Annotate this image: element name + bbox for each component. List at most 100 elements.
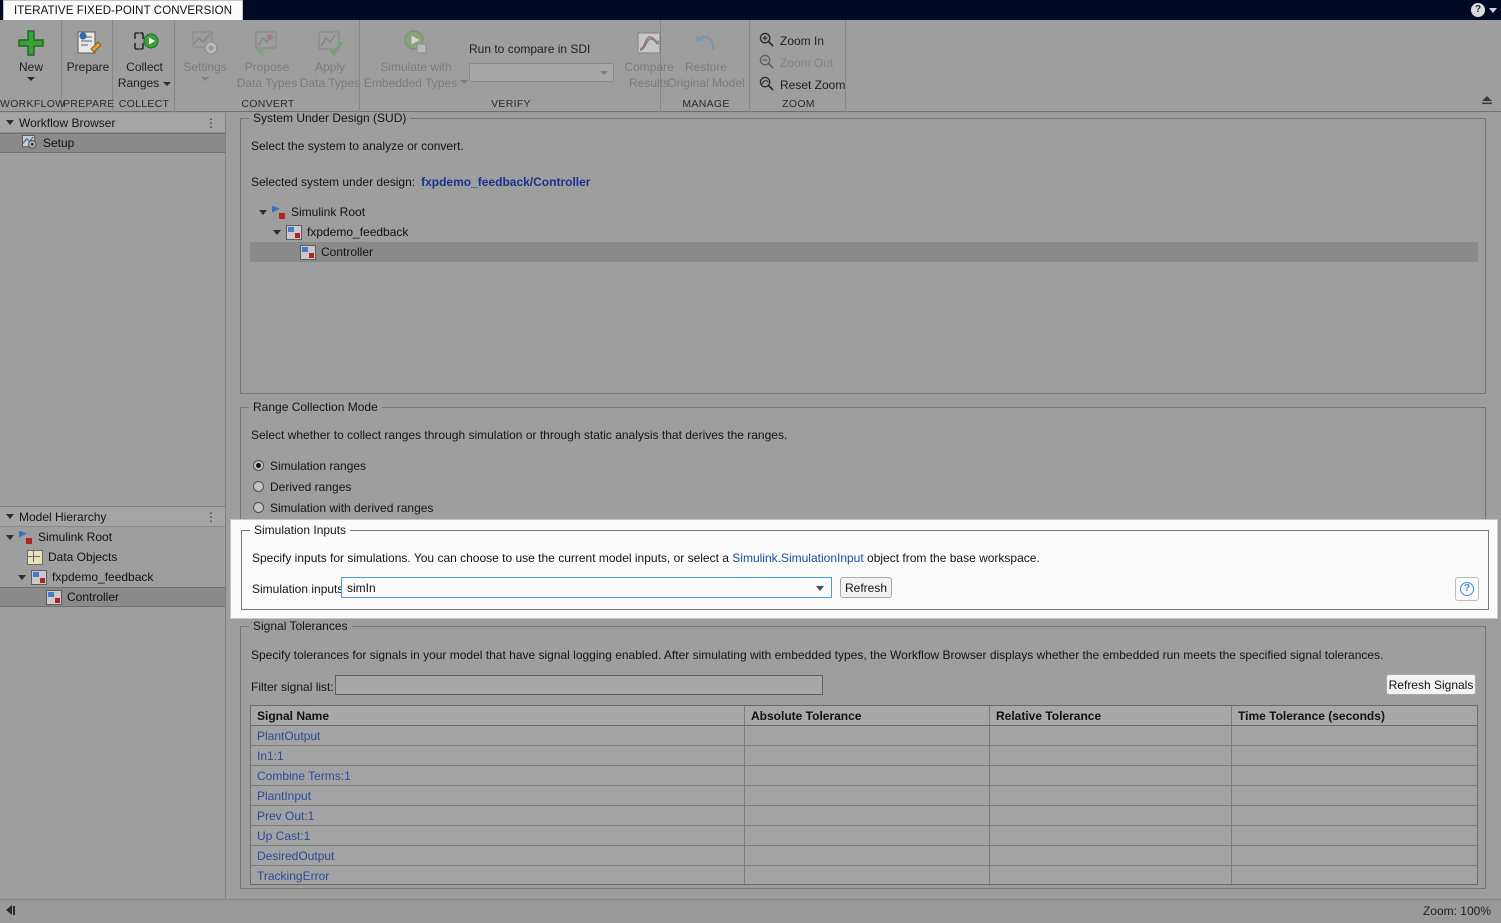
simulation-inputs-combobox[interactable]: simIn [341, 577, 832, 598]
cell-time-tolerance[interactable] [1232, 846, 1477, 865]
table-row[interactable]: TrackingError [251, 866, 1477, 886]
signal-tolerances-legend: Signal Tolerances [249, 619, 352, 633]
propose-data-types-button[interactable]: Propose Data Types [235, 26, 299, 90]
workflow-browser-title[interactable]: Workflow Browser ⋮ [0, 113, 225, 133]
column-header-relative-tolerance[interactable]: Relative Tolerance [990, 706, 1232, 725]
chevron-down-icon[interactable] [27, 77, 35, 81]
cell-absolute-tolerance[interactable] [745, 826, 990, 845]
apply-data-types-button[interactable]: Apply Data Types [300, 26, 360, 90]
chevron-down-icon[interactable] [201, 77, 209, 81]
cell-relative-tolerance[interactable] [990, 786, 1232, 805]
tree-item-data-objects[interactable]: Data Objects [0, 547, 225, 567]
sud-tree-item-simulink-root[interactable]: Simulink Root [250, 202, 1485, 222]
restore-original-model-button[interactable]: Restore Original Model [662, 26, 750, 90]
cell-absolute-tolerance[interactable] [745, 766, 990, 785]
tree-item-simulink-root[interactable]: Simulink Root [0, 527, 225, 547]
cell-absolute-tolerance[interactable] [745, 786, 990, 805]
chevron-down-icon[interactable] [6, 534, 14, 540]
cell-time-tolerance[interactable] [1232, 826, 1477, 845]
radio-simulation-with-derived-ranges-label: Simulation with derived ranges [270, 500, 434, 515]
workflow-item-setup[interactable]: Setup [0, 133, 225, 153]
subsystem-icon [46, 589, 62, 605]
chevron-down-icon[interactable] [460, 80, 469, 84]
sud-tree-item-controller[interactable]: Controller [250, 242, 1478, 262]
simulink-simulationinput-link[interactable]: Simulink.SimulationInput [732, 551, 863, 565]
more-vertical-icon[interactable]: ⋮ [205, 510, 217, 524]
cell-absolute-tolerance[interactable] [745, 846, 990, 865]
cell-absolute-tolerance[interactable] [745, 726, 990, 745]
cell-absolute-tolerance[interactable] [745, 806, 990, 825]
chevron-down-icon[interactable] [6, 120, 14, 125]
table-row[interactable]: Combine Terms:1 [251, 766, 1477, 786]
column-header-time-tolerance[interactable]: Time Tolerance (seconds) [1232, 706, 1477, 725]
table-row[interactable]: In1:1 [251, 746, 1477, 766]
tree-item-fxpdemo-feedback[interactable]: fxpdemo_feedback [0, 567, 225, 587]
cell-time-tolerance[interactable] [1232, 786, 1477, 805]
column-header-absolute-tolerance[interactable]: Absolute Tolerance [745, 706, 990, 725]
zoom-out-button[interactable]: Zoom Out [759, 54, 833, 72]
cell-absolute-tolerance[interactable] [745, 866, 990, 886]
radio-derived-ranges[interactable]: Derived ranges [253, 478, 433, 495]
cell-time-tolerance[interactable] [1232, 726, 1477, 745]
radio-simulation-with-derived-ranges[interactable]: Simulation with derived ranges [253, 499, 433, 516]
sdi-run-combobox[interactable] [469, 63, 614, 82]
prepare-button[interactable]: Prepare [63, 26, 113, 74]
cell-relative-tolerance[interactable] [990, 726, 1232, 745]
zoom-in-button[interactable]: Zoom In [759, 32, 824, 50]
sud-selected-label: Selected system under design: [251, 175, 416, 189]
chevron-down-icon[interactable] [18, 574, 26, 580]
cell-absolute-tolerance[interactable] [745, 746, 990, 765]
simulation-inputs-description: Specify inputs for simulations. You can … [252, 551, 1040, 565]
radio-button-icon [253, 502, 264, 513]
chevron-down-icon[interactable] [1489, 7, 1497, 13]
reset-zoom-label: Reset Zoom [780, 78, 846, 92]
ribbon-group-label-prepare: PREPARE [63, 98, 115, 110]
radio-simulation-ranges[interactable]: Simulation ranges [253, 457, 433, 474]
table-row[interactable]: DesiredOutput [251, 846, 1477, 866]
status-bar: Zoom: 100% [0, 899, 1501, 923]
simulate-with-embedded-types-button[interactable]: Simulate with Embedded Types [361, 26, 471, 90]
table-row[interactable]: PlantOutput [251, 726, 1477, 746]
cell-relative-tolerance[interactable] [990, 846, 1232, 865]
chevron-down-icon[interactable] [273, 229, 281, 235]
table-row[interactable]: Prev Out:1 [251, 806, 1477, 826]
collect-ranges-button[interactable]: Collect Ranges [114, 26, 175, 90]
simulation-inputs-help-button[interactable]: ? [1455, 577, 1479, 601]
cell-time-tolerance[interactable] [1232, 866, 1477, 886]
sud-tree-item-fxpdemo-feedback[interactable]: fxpdemo_feedback [250, 222, 1485, 242]
chevron-down-icon[interactable] [163, 82, 172, 86]
cell-relative-tolerance[interactable] [990, 746, 1232, 765]
column-header-signal-name[interactable]: Signal Name [251, 706, 745, 725]
simulate-embedded-label-1: Simulate with [380, 60, 452, 74]
cell-time-tolerance[interactable] [1232, 806, 1477, 825]
cell-relative-tolerance[interactable] [990, 766, 1232, 785]
sud-description: Select the system to analyze or convert. [251, 139, 464, 153]
cell-relative-tolerance[interactable] [990, 806, 1232, 825]
tab-iterative-fixed-point-conversion[interactable]: ITERATIVE FIXED-POINT CONVERSION [3, 0, 244, 20]
cell-time-tolerance[interactable] [1232, 746, 1477, 765]
refresh-button[interactable]: Refresh [840, 577, 892, 598]
system-under-design-legend: System Under Design (SUD) [249, 113, 411, 125]
new-button[interactable]: New [0, 26, 62, 81]
collapse-ribbon-icon[interactable] [1479, 91, 1495, 107]
settings-button[interactable]: Settings [176, 26, 234, 81]
more-vertical-icon[interactable]: ⋮ [205, 116, 217, 130]
help-circle-icon[interactable]: ? [1471, 3, 1485, 17]
filter-signal-list-input[interactable] [335, 675, 823, 695]
chevron-down-icon[interactable] [259, 209, 267, 215]
table-row[interactable]: PlantInput [251, 786, 1477, 806]
reset-zoom-button[interactable]: Reset Zoom [759, 76, 845, 94]
collapse-panel-icon[interactable] [6, 905, 15, 915]
cell-relative-tolerance[interactable] [990, 826, 1232, 845]
zoom-out-label: Zoom Out [780, 56, 834, 70]
cell-time-tolerance[interactable] [1232, 766, 1477, 785]
table-row[interactable]: Up Cast:1 [251, 826, 1477, 846]
ribbon-group-collect: Collect Ranges COLLECT [114, 20, 175, 112]
tree-item-controller[interactable]: Controller [0, 587, 225, 607]
subsystem-icon [286, 224, 302, 240]
model-hierarchy-title[interactable]: Model Hierarchy ⋮ [0, 507, 225, 527]
refresh-signals-button[interactable]: Refresh Signals [1386, 674, 1476, 695]
chevron-down-icon[interactable] [6, 514, 14, 519]
cell-relative-tolerance[interactable] [990, 866, 1232, 886]
title-bar: ITERATIVE FIXED-POINT CONVERSION ? [0, 0, 1501, 20]
